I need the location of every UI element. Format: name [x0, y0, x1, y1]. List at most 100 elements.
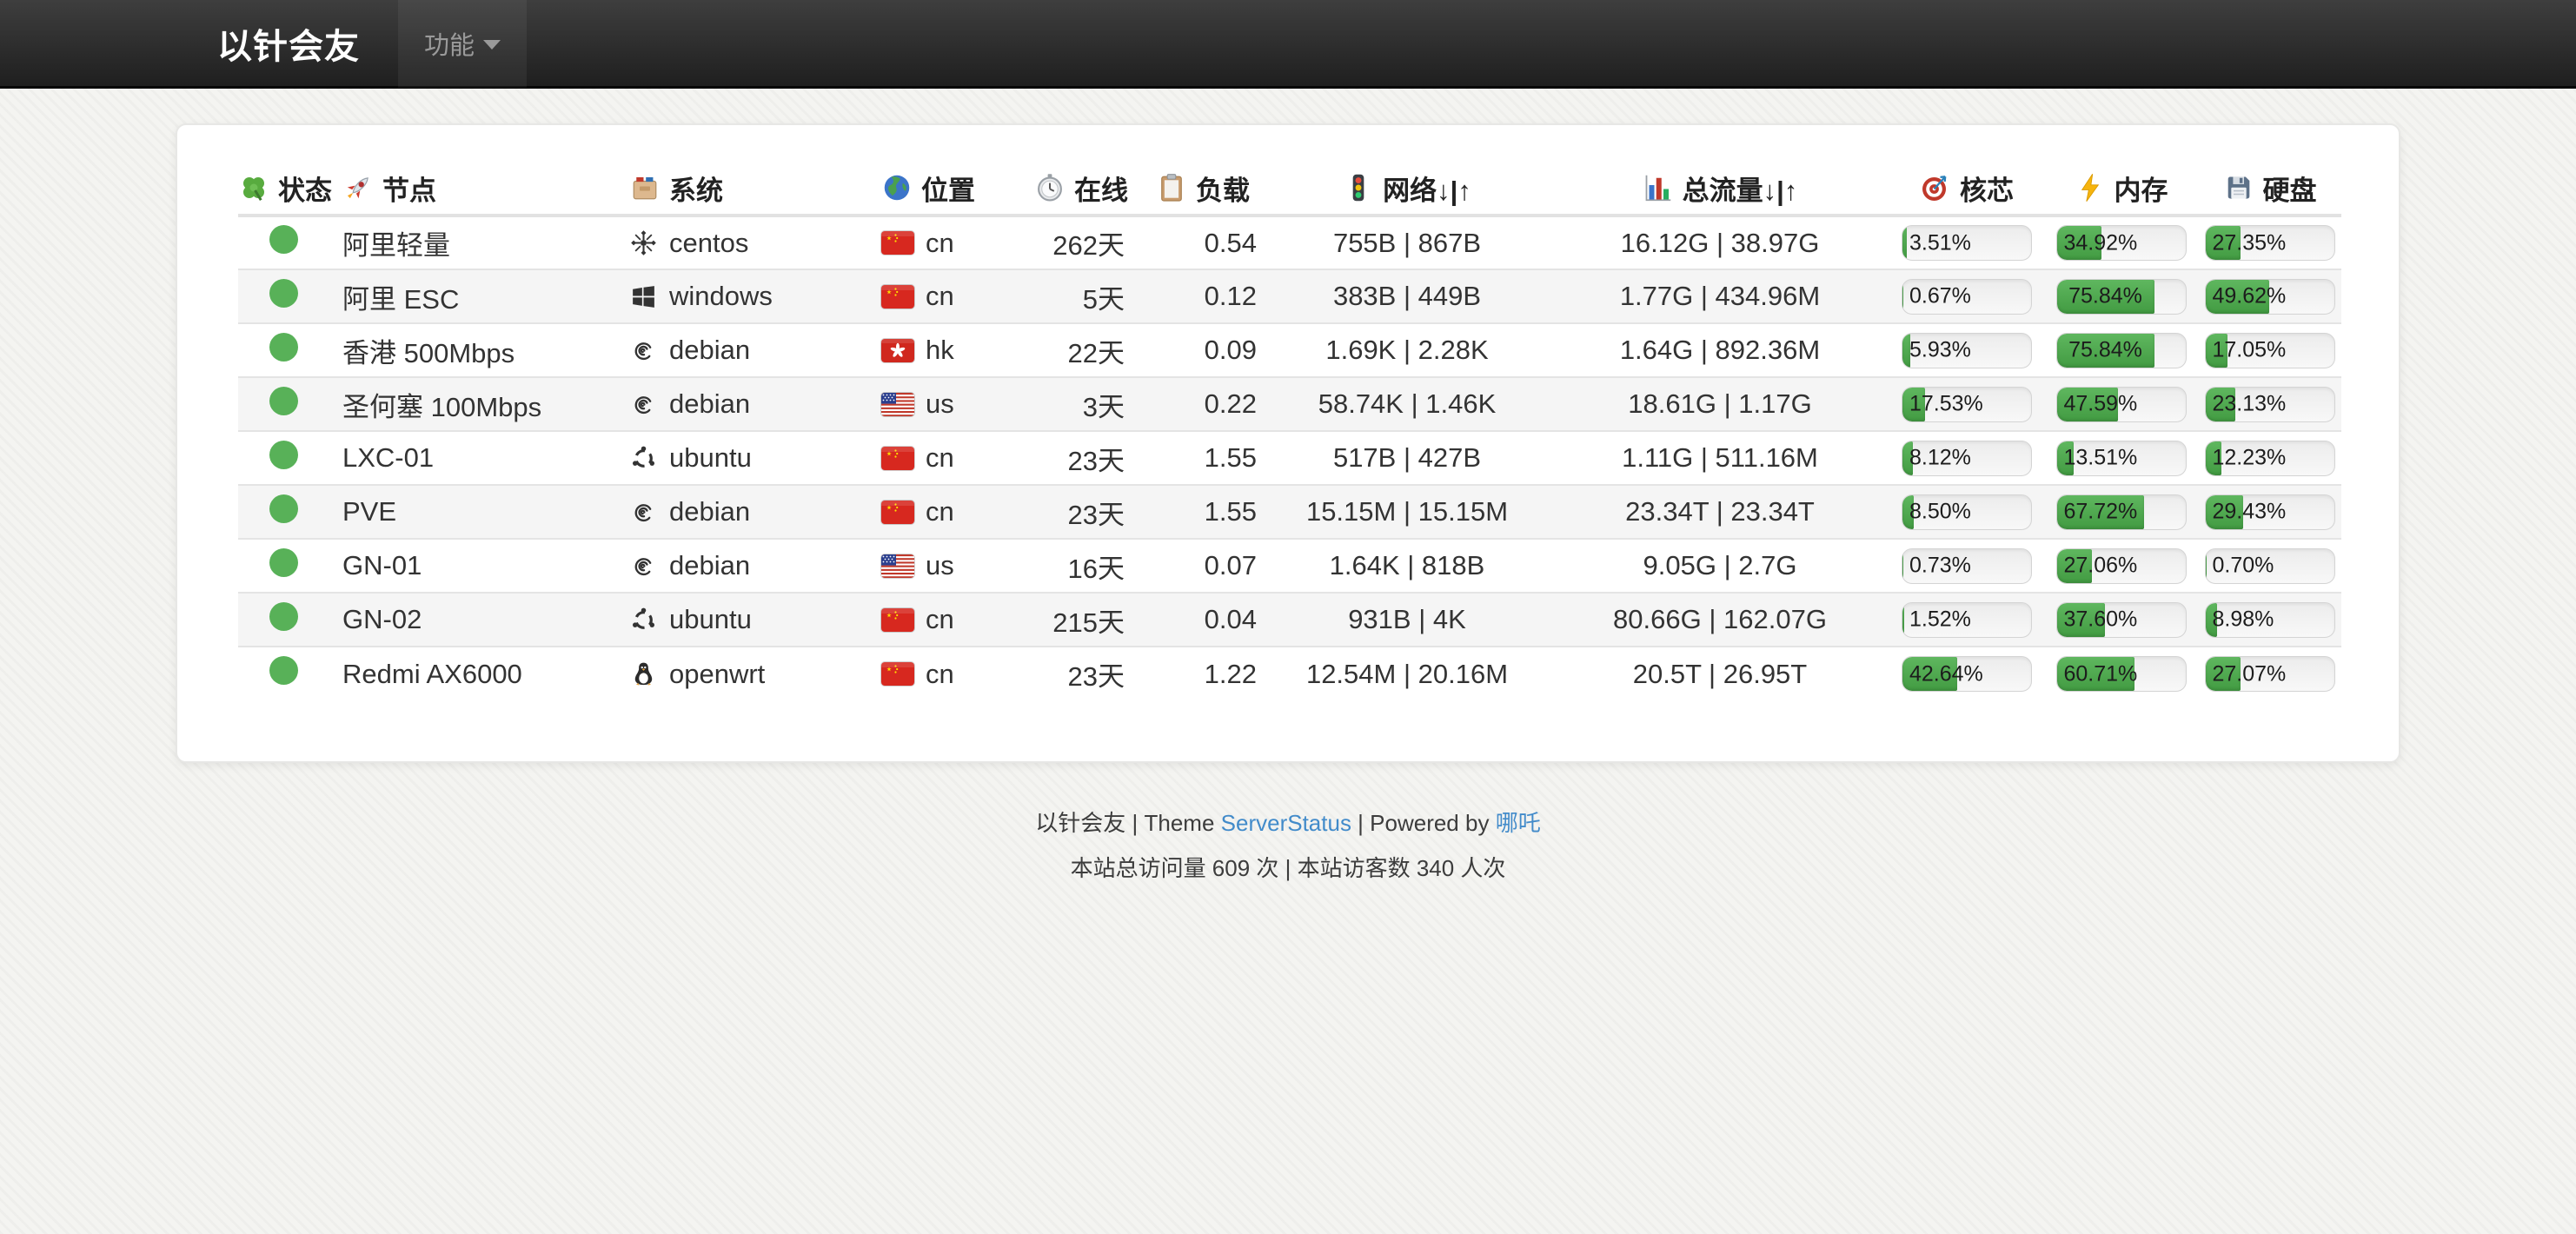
memory-usage-bar: 60.71%: [2056, 656, 2187, 692]
status-cell: [238, 485, 342, 539]
memory-usage-bar: 34.92%: [2056, 225, 2187, 261]
memory-usage-bar: 13.51%: [2056, 441, 2187, 476]
status-cell: [238, 323, 342, 377]
load-cell: 1.22: [1142, 647, 1264, 700]
location-cell: us: [881, 539, 1020, 593]
disk-usage-bar: 8.98%: [2205, 602, 2335, 638]
uptime-cell: 23天: [1020, 647, 1142, 700]
floppy-icon: [2223, 172, 2254, 203]
status-cell: [238, 269, 342, 323]
memory-usage-bar: 27.06%: [2056, 548, 2187, 584]
system-cell: centos: [629, 216, 881, 269]
linux-penguin-icon: [629, 660, 658, 688]
powered-by-link[interactable]: 哪吒: [1496, 810, 1541, 836]
hk-flag: [881, 339, 914, 362]
col-header-traffic: 总流量↓|↑: [1550, 162, 1889, 216]
lightning-icon: [2075, 172, 2106, 203]
traffic-cell: 80.66G | 162.07G: [1550, 593, 1889, 647]
server-status-card: 状态 节点 系统 位置 在线 负载 网络↓|↑ 总流量↓|↑ 核芯 内存 硬盘 …: [176, 123, 2400, 763]
server-row: 香港 500Mbps debian hk 22天 0.09 1.69K | 2.…: [238, 323, 2341, 377]
debian-icon: [629, 390, 658, 419]
system-cell: ubuntu: [629, 593, 881, 647]
network-cell: 1.64K | 818B: [1264, 539, 1550, 593]
disk-cell: 0.70%: [2198, 539, 2341, 593]
server-row: 阿里轻量 centos cn 262天 0.54 755B | 867B 16.…: [238, 216, 2341, 269]
memory-cell: 34.92%: [2044, 216, 2198, 269]
status-cell: [238, 647, 342, 700]
location-cell: cn: [881, 647, 1020, 700]
core-cell: 0.73%: [1889, 539, 2044, 593]
core-cell: 0.67%: [1889, 269, 2044, 323]
core-usage-bar: 17.53%: [1902, 387, 2032, 422]
location-cell: us: [881, 377, 1020, 431]
memory-cell: 75.84%: [2044, 269, 2198, 323]
menu-features-label: 功能: [424, 25, 475, 62]
windows-icon: [629, 282, 658, 311]
memory-cell: 27.06%: [2044, 539, 2198, 593]
node-name: 圣何塞 100Mbps: [342, 377, 629, 431]
col-header-status: 状态: [238, 162, 342, 216]
core-usage-bar: 0.73%: [1902, 548, 2032, 584]
load-cell: 0.07: [1142, 539, 1264, 593]
menu-features-dropdown[interactable]: 功能: [398, 0, 527, 88]
uptime-cell: 22天: [1020, 323, 1142, 377]
status-dot-online: [269, 225, 298, 254]
traffic-cell: 1.64G | 892.36M: [1550, 323, 1889, 377]
us-flag: [881, 554, 914, 578]
brand-title[interactable]: 以针会友: [217, 18, 360, 69]
core-usage-bar: 1.52%: [1902, 602, 2032, 638]
memory-cell: 60.71%: [2044, 647, 2198, 700]
server-row: Redmi AX6000 openwrt cn 23天 1.22 12.54M …: [238, 647, 2341, 700]
memory-cell: 67.72%: [2044, 485, 2198, 539]
load-cell: 1.55: [1142, 485, 1264, 539]
uptime-cell: 16天: [1020, 539, 1142, 593]
core-cell: 5.93%: [1889, 323, 2044, 377]
disk-usage-bar: 29.43%: [2205, 494, 2335, 530]
memory-usage-bar: 75.84%: [2056, 279, 2187, 315]
disk-usage-bar: 0.70%: [2205, 548, 2335, 584]
load-cell: 0.09: [1142, 323, 1264, 377]
node-name: 阿里轻量: [342, 216, 629, 269]
server-row: 圣何塞 100Mbps debian us 3天 0.22 58.74K | 1…: [238, 377, 2341, 431]
node-name: 阿里 ESC: [342, 269, 629, 323]
node-name: LXC-01: [342, 431, 629, 485]
centos-icon: [629, 229, 658, 257]
col-header-location: 位置: [881, 162, 1020, 216]
disk-usage-bar: 12.23%: [2205, 441, 2335, 476]
disk-usage-bar: 49.62%: [2205, 279, 2335, 315]
server-row: PVE debian cn 23天 1.55 15.15M | 15.15M 2…: [238, 485, 2341, 539]
network-cell: 1.69K | 2.28K: [1264, 323, 1550, 377]
col-header-disk: 硬盘: [2198, 162, 2341, 216]
network-cell: 517B | 427B: [1264, 431, 1550, 485]
status-dot-online: [269, 494, 298, 523]
disk-cell: 27.07%: [2198, 647, 2341, 700]
disk-cell: 8.98%: [2198, 593, 2341, 647]
server-table: 状态 节点 系统 位置 在线 负载 网络↓|↑ 总流量↓|↑ 核芯 内存 硬盘 …: [238, 162, 2341, 700]
uptime-cell: 215天: [1020, 593, 1142, 647]
debian-icon: [629, 552, 658, 581]
col-header-core: 核芯: [1889, 162, 2044, 216]
us-flag: [881, 393, 914, 416]
traffic-cell: 1.77G | 434.96M: [1550, 269, 1889, 323]
uptime-cell: 5天: [1020, 269, 1142, 323]
core-cell: 8.12%: [1889, 431, 2044, 485]
ubuntu-icon: [629, 444, 658, 473]
memory-usage-bar: 37.60%: [2056, 602, 2187, 638]
server-row: GN-01 debian us 16天 0.07 1.64K | 818B 9.…: [238, 539, 2341, 593]
system-cell: debian: [629, 323, 881, 377]
disk-cell: 23.13%: [2198, 377, 2341, 431]
status-dot-online: [269, 387, 298, 415]
system-cell: ubuntu: [629, 431, 881, 485]
core-usage-bar: 0.67%: [1902, 279, 2032, 315]
disk-usage-bar: 17.05%: [2205, 333, 2335, 368]
location-cell: cn: [881, 216, 1020, 269]
traffic-light-icon: [1343, 172, 1374, 203]
disk-cell: 49.62%: [2198, 269, 2341, 323]
core-cell: 42.64%: [1889, 647, 2044, 700]
memory-usage-bar: 75.84%: [2056, 333, 2187, 368]
theme-link[interactable]: ServerStatus: [1221, 810, 1351, 836]
cn-flag: [881, 447, 914, 470]
server-row: LXC-01 ubuntu cn 23天 1.55 517B | 427B 1.…: [238, 431, 2341, 485]
status-cell: [238, 377, 342, 431]
status-dot-online: [269, 333, 298, 362]
